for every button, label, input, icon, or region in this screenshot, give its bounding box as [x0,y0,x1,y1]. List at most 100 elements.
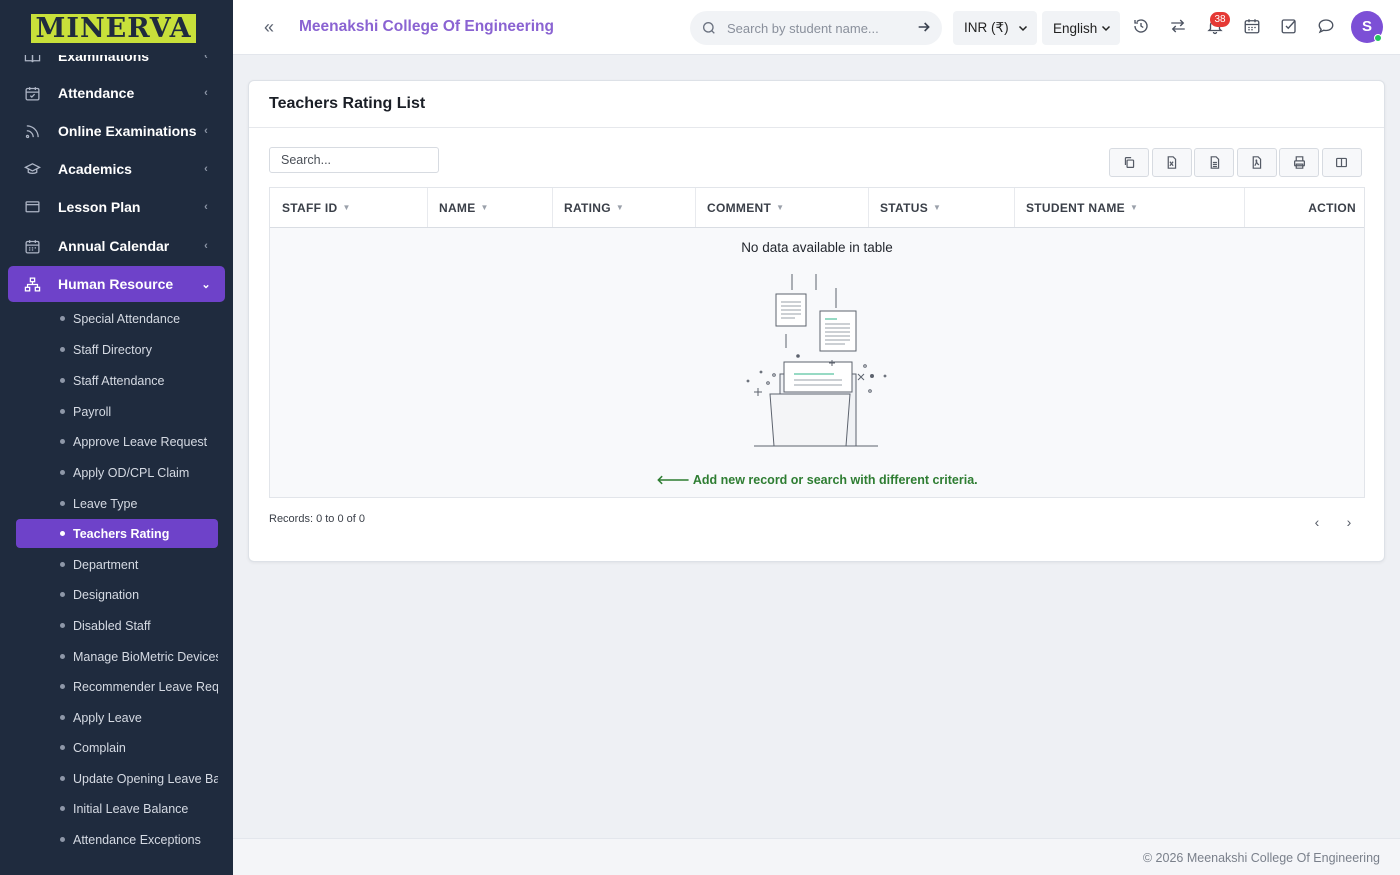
column-header-status[interactable]: STATUS ▼ [869,188,1015,227]
sidebar-item-staff-directory[interactable]: Staff Directory [16,335,218,364]
currency-value: INR (₹) [964,20,1009,35]
search-icon [703,22,715,34]
bullet-icon [60,654,65,659]
bullet-icon [60,378,65,383]
column-label: RATING [564,200,611,215]
menu-item-online-examinations[interactable]: Online Examinations ‹ [8,113,225,149]
teachers-rating-card: Teachers Rating List STAFF ID ▼ NAME ▼ RAT… [248,80,1385,562]
column-header-comment[interactable]: COMMENT ▼ [696,188,869,227]
sidebar-item-apply-leave[interactable]: Apply Leave [16,703,218,732]
sidebar-item-complain[interactable]: Complain [16,733,218,762]
menu-label: Online Examinations [58,123,197,139]
switch-icon[interactable] [1169,17,1189,37]
pdf-button[interactable] [1236,148,1277,177]
chevron-left-icon: ‹ [204,87,208,99]
sidebar-item-teachers-rating[interactable]: Teachers Rating [16,519,218,548]
logo[interactable]: MINERVA [31,14,196,43]
bullet-icon [60,592,65,597]
menu-item-academics[interactable]: Academics ‹ [8,151,225,187]
excel-button[interactable] [1151,148,1192,177]
student-search [690,11,942,45]
sidebar-item-label: Complain [73,740,126,755]
sidebar-item-special-attendance[interactable]: Special Attendance [16,304,218,333]
copy-button[interactable] [1109,148,1149,177]
bullet-icon [60,347,65,352]
history-icon[interactable] [1132,17,1152,37]
next-page-button[interactable]: › [1342,515,1356,529]
column-header-rating[interactable]: RATING ▼ [553,188,696,227]
college-title[interactable]: Meenakshi College Of Engineering [299,18,554,36]
sort-icon: ▼ [933,203,942,212]
arrow-right-icon[interactable] [916,19,932,35]
menu-item-lesson-plan[interactable]: Lesson Plan ‹ [8,189,225,225]
chevron-down-icon [1018,25,1028,32]
calendar-icon[interactable] [1243,17,1263,37]
sidebar-item-label: Approve Leave Request [73,434,208,449]
sidebar-item-label: Teachers Rating [73,526,170,541]
sidebar-item-label: Attendance Exceptions [73,832,201,847]
bullet-icon [60,837,65,842]
previous-page-button[interactable]: ‹ [1310,515,1324,529]
column-label: STAFF ID [282,200,338,215]
column-label: ACTION [1308,200,1356,215]
sidebar-item-label: Special Attendance [73,311,181,326]
menu-label: Academics [58,161,132,177]
sidebar-item-label: Disabled Staff [73,618,151,633]
currency-select[interactable]: INR (₹) [953,11,1037,45]
bullet-icon [60,439,65,444]
sidebar-item-label: Department [73,557,139,572]
sidebar-item-initial-leave-balance[interactable]: Initial Leave Balance [16,794,218,823]
csv-button[interactable] [1194,148,1234,177]
student-search-input[interactable] [727,20,907,36]
monitor-icon [22,197,42,217]
columns-button[interactable] [1321,148,1362,177]
sidebar-item-label: Recommender Leave Requ [73,679,218,694]
sidebar-item-attendance-exceptions[interactable]: Attendance Exceptions [16,825,218,854]
bullet-icon [60,776,65,781]
sidebar-item-label: Staff Directory [73,342,152,357]
print-button[interactable] [1279,148,1319,177]
pdf-icon [1252,156,1262,169]
column-header-name[interactable]: NAME ▼ [428,188,553,227]
sidebar-item-payroll[interactable]: Payroll [16,397,218,426]
empty-table-message: No data available in table [741,240,893,255]
menu-label: Human Resource [58,276,174,292]
sidebar-item-designation[interactable]: Designation [16,580,218,609]
chat-icon[interactable] [1317,17,1337,37]
bullet-icon [60,531,65,536]
column-label: STATUS [880,200,929,215]
column-header-student-name[interactable]: STUDENT NAME ▼ [1015,188,1245,227]
divider [249,127,1384,128]
bullet-icon [60,806,65,811]
notification-badge: 38 [1210,12,1230,27]
collapse-sidebar-icon[interactable]: « [257,16,281,40]
sidebar-item-staff-attendance[interactable]: Staff Attendance [16,366,218,395]
task-check-icon[interactable] [1280,17,1300,37]
menu-item-attendance[interactable]: Attendance ‹ [8,75,225,111]
bullet-icon [60,715,65,720]
sidebar-item-approve-leave-request[interactable]: Approve Leave Request [16,427,218,456]
menu-item-annual-calendar[interactable]: Annual Calendar ‹ [8,228,225,264]
top-header: « Meenakshi College Of Engineering INR (… [233,0,1400,55]
column-header-staff-id[interactable]: STAFF ID ▼ [270,188,428,227]
chevron-down-icon [1101,25,1111,32]
page-title: Teachers Rating List [269,95,426,112]
sidebar-item-disabled-staff[interactable]: Disabled Staff [16,611,218,640]
sidebar-item-manage-biometric-devices[interactable]: Manage BioMetric Devices [16,642,218,671]
sidebar-item-update-opening-leave-balance[interactable]: Update Opening Leave Bal [16,764,218,793]
menu-item-human-resource[interactable]: Human Resource ⌄ [8,266,225,302]
data-table: STAFF ID ▼ NAME ▼ RATING ▼ COMMENT ▼ STATUS ▼… [269,187,1365,498]
table-search-input[interactable] [269,147,439,173]
chevron-down-icon: ⌄ [201,278,211,291]
chevron-left-icon: ‹ [204,240,208,252]
sidebar-item-department[interactable]: Department [16,550,218,579]
sidebar-item-recommender-leave-request[interactable]: Recommender Leave Requ [16,672,218,701]
language-value: English [1053,20,1098,36]
sidebar-item-apply-od-cpl-claim[interactable]: Apply OD/CPL Claim [16,458,218,487]
language-select[interactable]: English [1042,11,1120,45]
bullet-icon [60,470,65,475]
columns-icon [1336,157,1347,168]
sidebar-item-label: Apply OD/CPL Claim [73,465,190,480]
sidebar-item-leave-type[interactable]: Leave Type [16,489,218,518]
sidebar-item-label: Designation [73,587,140,602]
